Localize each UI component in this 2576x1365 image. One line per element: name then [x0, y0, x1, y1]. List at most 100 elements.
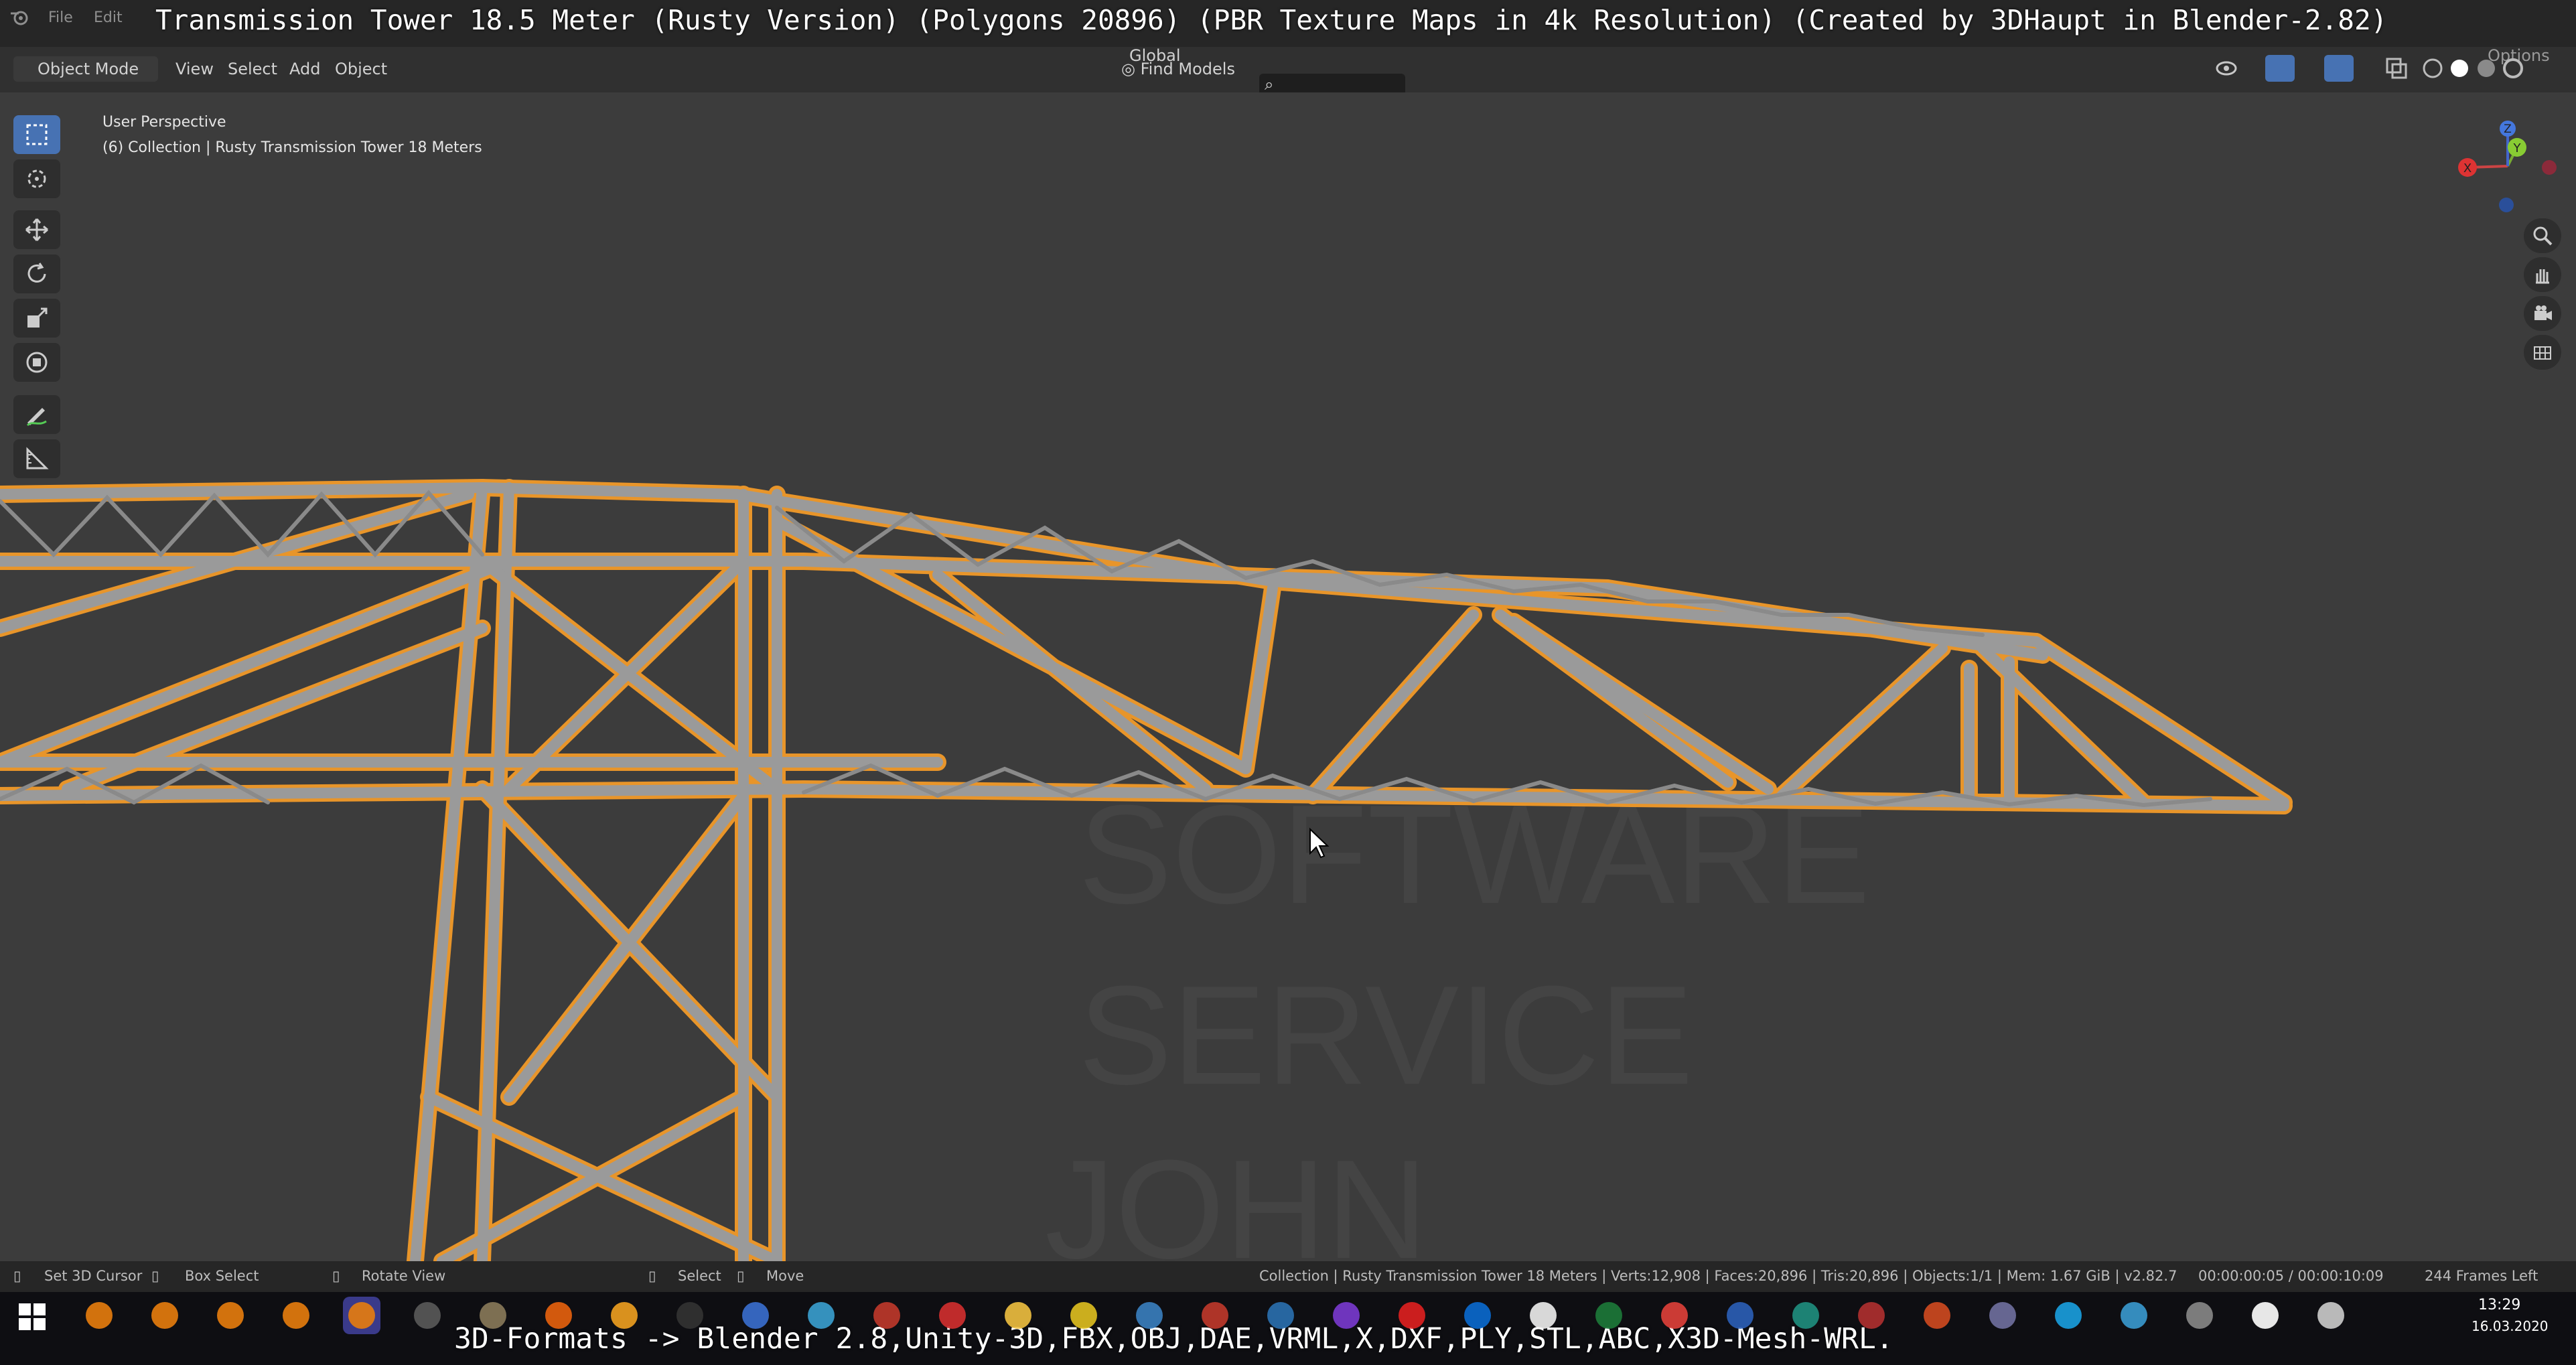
edit-menu[interactable]: Edit	[94, 9, 123, 26]
misc-icon[interactable]	[1984, 1297, 2021, 1334]
skype-icon[interactable]	[2050, 1297, 2087, 1334]
mouse-middle-icon: ▯	[332, 1268, 340, 1284]
taskbar-clock-time: 13:29	[2478, 1297, 2521, 1313]
chart-icon[interactable]	[1131, 1297, 1168, 1334]
plane-icon[interactable]	[2181, 1297, 2218, 1334]
blender-icon[interactable]	[277, 1297, 315, 1334]
opera-icon[interactable]	[1393, 1297, 1431, 1334]
zoom-icon[interactable]	[2524, 218, 2561, 253]
access-icon[interactable]	[1853, 1297, 1890, 1334]
obsidian-icon[interactable]	[1328, 1297, 1365, 1334]
overlay-toggle-icon[interactable]	[2324, 55, 2354, 82]
cursor-tool[interactable]	[13, 159, 60, 198]
edge-icon[interactable]	[1524, 1297, 1562, 1334]
active-collection-label: (6) Collection | Rusty Transmission Towe…	[102, 139, 482, 156]
scale-icon	[27, 307, 48, 328]
gizmo-neg-z[interactable]	[2499, 198, 2514, 212]
mouse-drag-icon: ▯	[151, 1268, 159, 1284]
select-hint: Select	[678, 1268, 721, 1284]
visibility-icon[interactable]	[2210, 54, 2250, 83]
gizmo-z-label: Z	[2504, 123, 2512, 136]
find-models-label: Find Models	[1140, 60, 1235, 78]
watermark-line-2: SERVICE	[1078, 956, 1693, 1114]
select-menu[interactable]: Select	[228, 56, 277, 82]
measure-tool[interactable]	[13, 439, 60, 478]
transmission-tower-model[interactable]: SOFTWARE SERVICE JOHN	[0, 92, 2576, 1261]
network-icon[interactable]	[802, 1297, 840, 1334]
excel-icon[interactable]	[1590, 1297, 1628, 1334]
add-menu[interactable]: Add	[289, 56, 320, 82]
outlook-icon[interactable]	[1459, 1297, 1496, 1334]
gizmo-x-label: X	[2463, 161, 2472, 175]
move-tool[interactable]	[13, 210, 60, 249]
watermark-line-3: JOHN	[1045, 1131, 1428, 1261]
save-icon[interactable]	[737, 1297, 774, 1334]
navigation-gizmo[interactable]: X Y Z	[2451, 119, 2565, 213]
cursor-icon	[27, 169, 46, 188]
pan-hand-icon[interactable]	[2524, 257, 2561, 292]
blender-icon[interactable]	[146, 1297, 184, 1334]
rotate-icon	[27, 263, 46, 283]
blender-icon[interactable]	[80, 1297, 118, 1334]
blender-icon[interactable]	[212, 1297, 249, 1334]
file-icon[interactable]	[1262, 1297, 1299, 1334]
move-hint: Move	[766, 1268, 804, 1284]
terminal-icon[interactable]	[671, 1297, 709, 1334]
pen-icon[interactable]	[2115, 1297, 2153, 1334]
gizmo-toggle-icon[interactable]	[2265, 55, 2295, 82]
scale-tool[interactable]	[13, 299, 60, 338]
publisher-icon[interactable]	[1787, 1297, 1824, 1334]
xray-icon[interactable]	[2384, 56, 2409, 80]
rotate-tool[interactable]	[13, 255, 60, 293]
gizmo-y-label: Y	[2513, 141, 2522, 155]
mouse-left-icon: ▯	[13, 1268, 21, 1284]
vivaldi-icon[interactable]	[1656, 1297, 1693, 1334]
view-perspective-label: User Perspective	[102, 114, 226, 131]
blender-logo-icon[interactable]	[9, 9, 29, 31]
transform-icon	[26, 352, 48, 373]
powerpoint-icon[interactable]	[1918, 1297, 1956, 1334]
globe-icon: ◎	[1121, 60, 1135, 78]
mouse-drag-icon-2: ▯	[737, 1268, 745, 1284]
word-icon[interactable]	[1721, 1297, 1759, 1334]
transform-tool[interactable]	[13, 343, 60, 382]
annotate-icon	[26, 408, 47, 427]
bug-icon[interactable]	[868, 1297, 906, 1334]
folder-icon[interactable]	[999, 1297, 1037, 1334]
wireframe-shading-icon[interactable]	[2421, 56, 2445, 80]
grid-projection-icon[interactable]	[2524, 335, 2561, 370]
solid-shading-icon[interactable]	[2447, 56, 2472, 80]
blender-active-icon[interactable]	[343, 1297, 380, 1334]
find-models-button[interactable]: ◎ Find Models	[1112, 56, 1253, 82]
steam-icon[interactable]	[2312, 1297, 2350, 1334]
tool-icon[interactable]	[1196, 1297, 1234, 1334]
firefox-icon[interactable]	[540, 1297, 577, 1334]
mode-label: Object Mode	[38, 60, 139, 78]
unity-icon[interactable]	[2246, 1297, 2284, 1334]
search-icon: ⌕	[1265, 75, 1274, 94]
windows-start-icon[interactable]	[17, 1302, 47, 1332]
object-menu[interactable]: Object	[335, 56, 387, 82]
view-menu[interactable]: View	[175, 56, 214, 82]
annotate-tool[interactable]	[13, 395, 60, 434]
camera-icon[interactable]	[2524, 296, 2561, 331]
taskbar-clock-date: 16.03.2020	[2472, 1318, 2549, 1334]
3d-viewport[interactable]: SOFTWARE SERVICE JOHN X Y Z	[0, 92, 2576, 1261]
material-shading-icon[interactable]	[2474, 56, 2498, 80]
timecode: 00:00:00:05 / 00:00:10:09	[2198, 1268, 2384, 1284]
box-select-hint: Box Select	[185, 1268, 259, 1284]
watermark: SOFTWARE SERVICE JOHN	[1045, 776, 1870, 1261]
object-mode-dropdown[interactable]: Object Mode ⌄	[13, 56, 158, 104]
title-banner: Transmission Tower 18.5 Meter (Rusty Ver…	[155, 4, 2388, 36]
xnview-icon[interactable]	[1065, 1297, 1102, 1334]
app-icon[interactable]	[409, 1297, 446, 1334]
pdf-icon[interactable]	[934, 1297, 971, 1334]
gimp-icon[interactable]	[474, 1297, 512, 1334]
file-menu[interactable]: File	[48, 9, 73, 26]
select-box-tool[interactable]	[13, 115, 60, 154]
flame-icon[interactable]	[605, 1297, 643, 1334]
gizmo-neg-x[interactable]	[2542, 160, 2557, 175]
select-box-icon	[26, 124, 48, 145]
rendered-shading-icon[interactable]	[2501, 56, 2525, 80]
status-bar: ▯ Set 3D Cursor ▯ Box Select ▯ Rotate Vi…	[0, 1261, 2576, 1292]
